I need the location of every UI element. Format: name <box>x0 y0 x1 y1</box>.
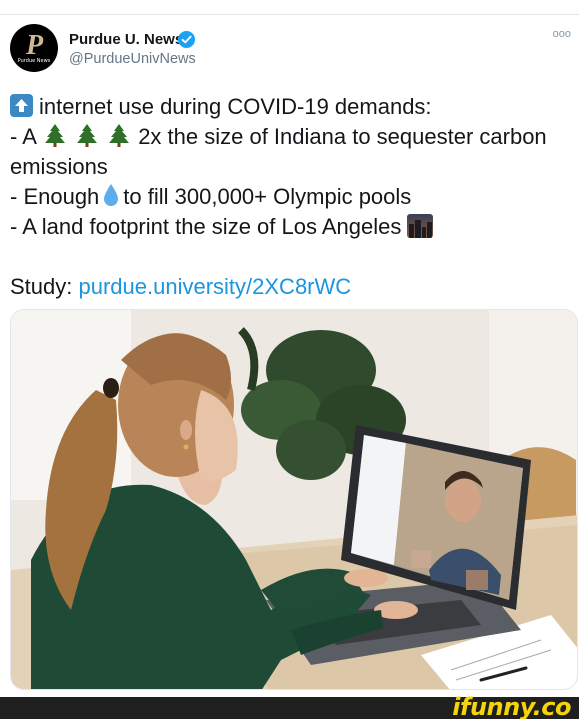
droplet-icon <box>104 184 119 206</box>
tweet-line-2-prefix: - A <box>10 124 36 149</box>
up-arrow-icon <box>10 94 33 117</box>
watermark-bar: ifunny.co <box>0 693 579 719</box>
more-options-icon[interactable]: ooo <box>553 28 571 40</box>
display-name[interactable]: Purdue U. News <box>69 31 183 48</box>
tweet: P Purdue News Purdue U. News @PurdueUniv… <box>10 22 578 690</box>
city-dusk-icon <box>407 214 434 238</box>
woman-video-call-photo <box>11 310 577 689</box>
evergreen-tree-icon <box>109 124 130 147</box>
tweet-line-5: - A land footprint the size of Los Angel… <box>10 212 579 242</box>
handle[interactable]: @PurdueUnivNews <box>69 51 196 67</box>
tweet-photo[interactable] <box>10 309 578 690</box>
tweet-line-4-prefix: - Enough <box>10 184 100 209</box>
verified-badge-icon <box>178 31 195 48</box>
avatar-tagline: Purdue News <box>17 58 51 64</box>
ifunny-watermark: ifunny.co <box>452 693 571 719</box>
top-divider <box>0 14 579 15</box>
tweet-line-5-text: - A land footprint the size of Los Angel… <box>10 214 402 239</box>
study-link[interactable]: purdue.university/2XC8rWC <box>79 274 352 299</box>
tweet-line-3: emissions <box>10 154 108 179</box>
avatar[interactable]: P Purdue News <box>10 24 58 72</box>
tweet-text: internet use during COVID-19 demands: - … <box>10 92 579 302</box>
evergreen-tree-icon <box>44 124 65 147</box>
tweet-line-2: - A 2x the size of Indiana to sequester … <box>10 122 579 152</box>
tweet-line-4-suffix: to fill 300,000+ Olympic pools <box>123 184 412 209</box>
tweet-line-1: internet use during COVID-19 demands: <box>10 92 579 122</box>
study-label: Study: <box>10 274 73 299</box>
evergreen-tree-icon <box>76 124 97 147</box>
tweet-line-4: - Enough to fill 300,000+ Olympic pools <box>10 182 579 212</box>
tweet-header: P Purdue News Purdue U. News @PurdueUniv… <box>10 22 575 74</box>
study-line: Study: purdue.university/2XC8rWC <box>10 272 579 302</box>
tweet-line-1-text: internet use during COVID-19 demands: <box>39 94 432 119</box>
tweet-line-2-suffix: 2x the size of Indiana to sequester carb… <box>138 124 547 149</box>
